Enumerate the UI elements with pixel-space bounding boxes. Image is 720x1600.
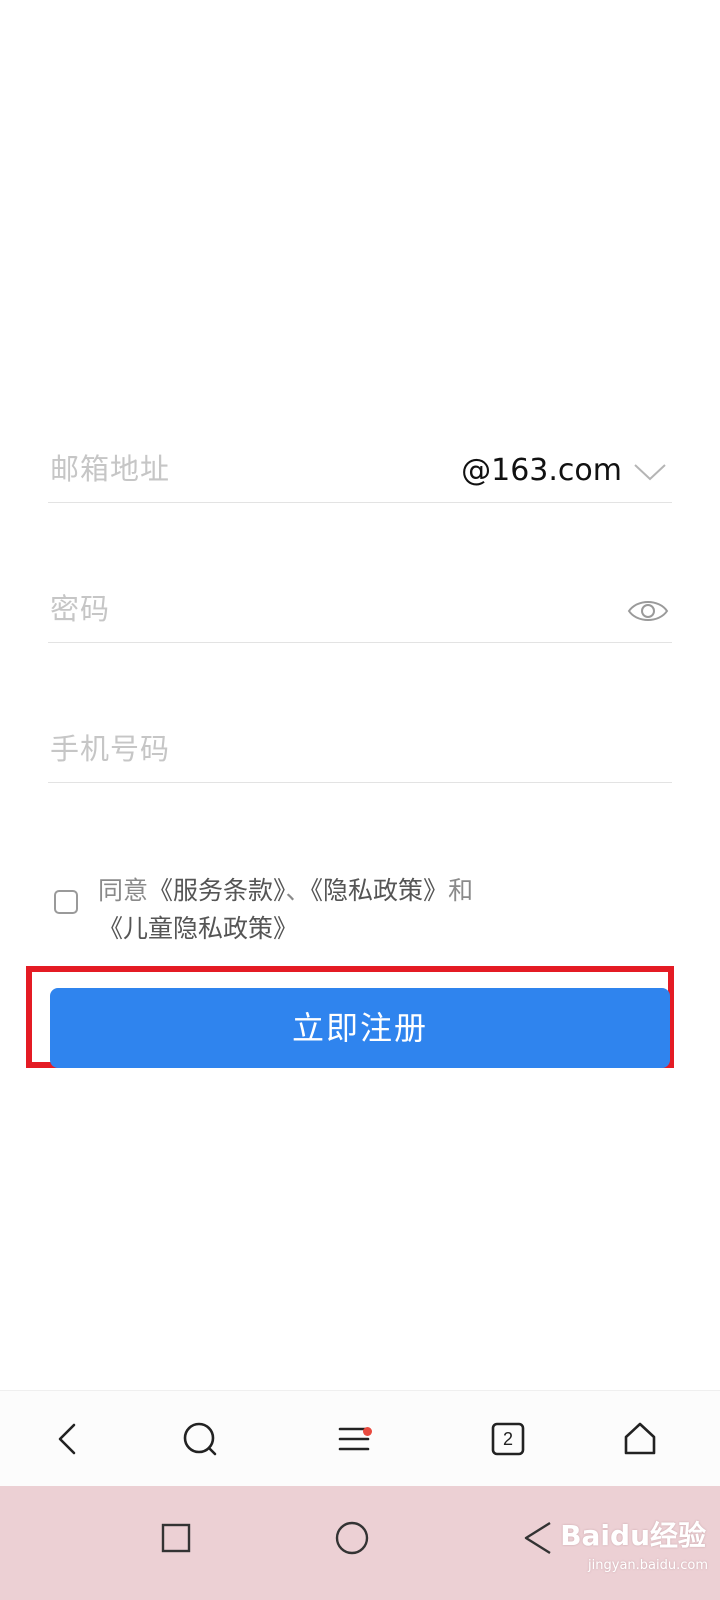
child-privacy-link[interactable]: 《儿童隐私政策》 [98,914,298,943]
agreement-text: 同意《服务条款》、《隐私政策》和《儿童隐私政策》 [98,872,668,948]
agreement-checkbox[interactable] [54,890,78,914]
eye-icon[interactable] [626,594,670,628]
menu-icon [338,1427,370,1451]
back-button[interactable] [40,1411,96,1467]
agreement-prefix: 同意 [98,876,149,905]
phone-placeholder: 手机号码 [50,732,171,766]
password-placeholder: 密码 [50,592,111,626]
back-icon [58,1423,76,1455]
recents-button[interactable] [146,1508,206,1568]
home-icon [624,1422,656,1455]
tabs-button[interactable]: 2 [480,1411,536,1467]
home-circle-icon [335,1521,369,1555]
email-field[interactable]: 邮箱地址 @163.com [48,412,672,503]
register-button[interactable]: 立即注册 [50,988,670,1068]
agreement-separator: 、 [285,876,311,905]
password-field[interactable]: 密码 [48,552,672,643]
email-domain-select[interactable]: @163.com [461,453,622,488]
system-nav-bar: Baidu经验 jingyan.baidu.com [0,1486,720,1600]
agreement-and: 和 [448,876,474,905]
search-icon [183,1422,217,1456]
email-placeholder: 邮箱地址 [50,452,171,486]
home-button[interactable] [612,1411,668,1467]
chevron-down-icon[interactable] [632,460,668,484]
tab-count: 2 [502,1429,513,1449]
notification-dot [363,1427,372,1436]
menu-button[interactable] [326,1411,382,1467]
baidu-watermark: Baidu经验 [560,1519,706,1552]
privacy-link[interactable]: 《隐私政策》 [311,876,449,905]
recents-icon [161,1523,191,1553]
phone-field[interactable]: 手机号码 [48,692,672,783]
nav-home-button[interactable] [322,1508,382,1568]
browser-toolbar: 2 [0,1390,720,1487]
baidu-watermark-url: jingyan.baidu.com [588,1558,708,1573]
terms-link[interactable]: 《服务条款》 [148,876,286,905]
search-button[interactable] [172,1411,228,1467]
